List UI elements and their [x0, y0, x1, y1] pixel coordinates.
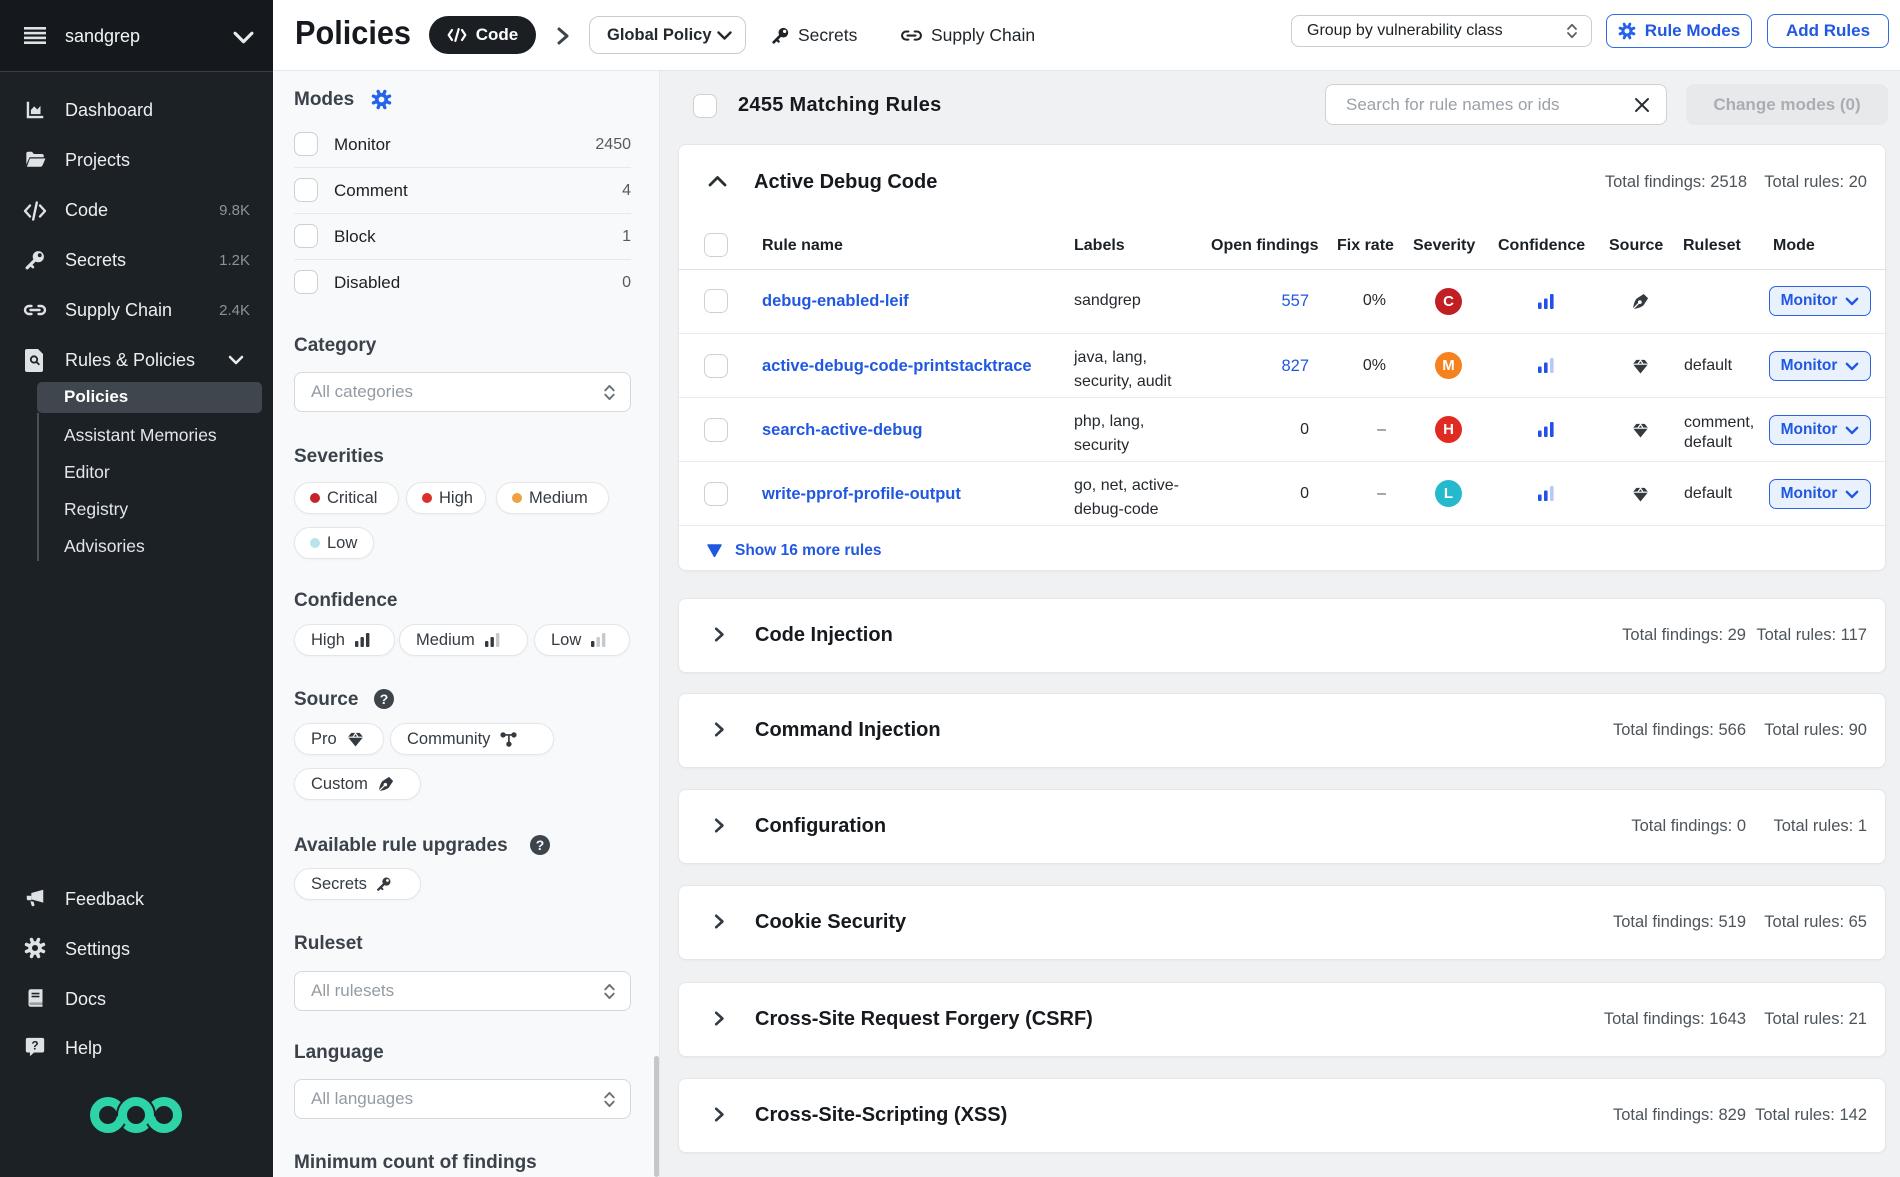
svg-text:?: ? — [380, 691, 389, 707]
svg-text:?: ? — [31, 1038, 38, 1052]
svg-text:?: ? — [536, 837, 545, 853]
